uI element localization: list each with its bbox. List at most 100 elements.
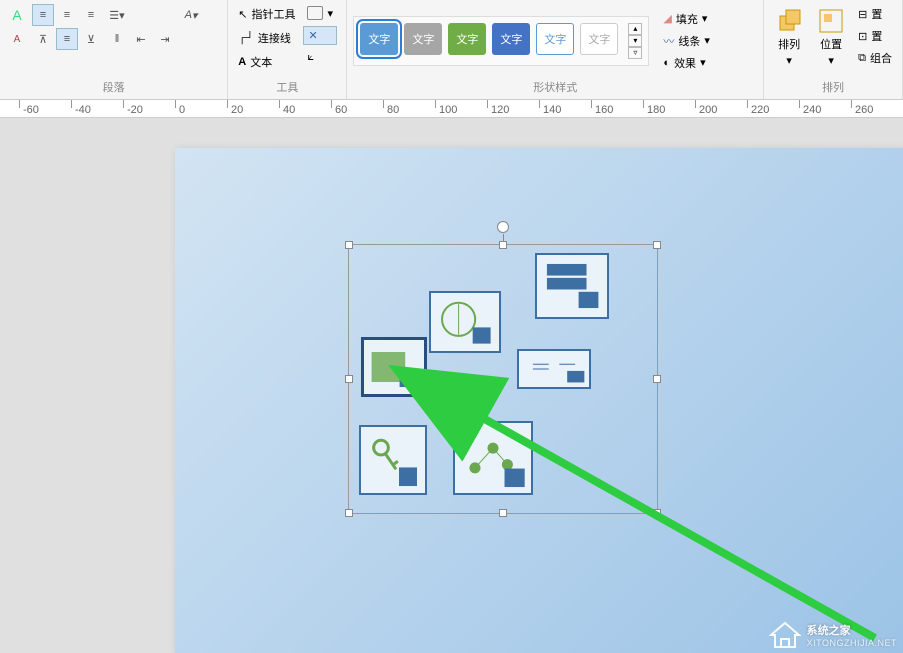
pointer-icon: ↖ — [238, 8, 247, 21]
style-swatch-outline-gray[interactable]: 文字 — [580, 23, 618, 55]
align-middle-icon[interactable]: ≡ — [56, 28, 78, 50]
font-size-col: A A — [6, 4, 28, 50]
rectangle-tool[interactable]: ▾ — [303, 4, 337, 22]
diagram-shape[interactable] — [429, 291, 501, 353]
ruler-tick: -40 — [75, 104, 91, 116]
gallery-more: ▴ ▾ ▿ — [624, 23, 642, 59]
handle-n[interactable] — [499, 241, 507, 249]
font-style-icon[interactable]: A▾ — [180, 4, 202, 26]
rotate-button[interactable]: ⊡置 — [854, 26, 896, 46]
font-smaller-icon[interactable]: A — [6, 28, 28, 50]
canvas-area[interactable]: 系统之家 XITONGZHIJIA.NET — [0, 118, 903, 653]
style-swatch-dblue[interactable]: 文字 — [492, 23, 530, 55]
page[interactable] — [175, 148, 903, 653]
align-center-icon[interactable]: ≡ — [56, 4, 78, 26]
connector-icon: ┌┘ — [238, 32, 254, 44]
diagram-shape[interactable] — [517, 349, 591, 389]
indent-right-icon[interactable]: ⇥ — [154, 28, 176, 50]
diagram-shape[interactable] — [361, 337, 427, 397]
ruler-tick: 80 — [387, 104, 399, 116]
house-icon — [769, 621, 801, 649]
crop-tool[interactable]: ⟀ — [303, 49, 337, 66]
rotate-label: 置 — [871, 28, 882, 44]
line-button[interactable]: 〰线条▾ — [659, 31, 714, 51]
rotate-handle[interactable] — [497, 221, 509, 233]
group-button[interactable]: ⧉组合 — [854, 48, 896, 68]
connector-tool[interactable]: ┌┘ 连接线 — [234, 28, 299, 48]
align-left-icon[interactable]: ≡ — [32, 4, 54, 26]
fill-label: 填充 — [676, 11, 698, 27]
effect-icon: ◐ — [663, 57, 670, 69]
ruler-tick: 200 — [699, 104, 717, 116]
pointer-tool[interactable]: ↖ 指针工具 — [234, 4, 299, 24]
crop-icon: ⟀ — [307, 51, 314, 64]
group-label-shape-styles: 形状样式 — [353, 77, 757, 97]
ruler-tick: 220 — [751, 104, 769, 116]
handle-e[interactable] — [653, 375, 661, 383]
effect-button[interactable]: ◐效果▾ — [659, 53, 714, 73]
line-icon: 〰 — [663, 33, 674, 49]
style-gallery: 文字 文字 文字 文字 文字 文字 ▴ ▾ ▿ — [353, 16, 649, 66]
position-icon — [818, 8, 844, 34]
handle-sw[interactable] — [345, 509, 353, 517]
ruler-tick: 100 — [439, 104, 457, 116]
handle-w[interactable] — [345, 375, 353, 383]
group-shape-styles: 文字 文字 文字 文字 文字 文字 ▴ ▾ ▿ ◢填充▾ 〰线条▾ ◐效果▾ 形… — [347, 0, 764, 99]
network-icon — [457, 425, 529, 491]
book-icon — [521, 353, 587, 385]
group-icon: ⧉ — [858, 52, 866, 65]
align-bottom-icon[interactable]: ⊻ — [80, 28, 102, 50]
rectangle-icon — [307, 6, 323, 20]
handle-se[interactable] — [653, 509, 661, 517]
diagram-shape[interactable] — [453, 421, 533, 495]
pointer-label: 指针工具 — [251, 6, 295, 22]
text-tool[interactable]: A 文本 — [234, 52, 299, 72]
align-button[interactable]: ⊟置 — [854, 4, 896, 24]
fill-button[interactable]: ◢填充▾ — [659, 9, 714, 29]
style-swatch-gray[interactable]: 文字 — [404, 23, 442, 55]
line-spacing-icon[interactable]: ‖ — [106, 28, 128, 50]
arrange-icon — [776, 8, 802, 34]
font-larger-icon[interactable]: A — [6, 4, 28, 26]
position-button[interactable]: 位置▾ — [812, 4, 850, 71]
ribbon-toolbar: A A ≡ ≡ ≡ ⊼ ≡ ⊻ ☰▾ ‖ — [0, 0, 903, 100]
align-right-icon[interactable]: ≡ — [80, 4, 102, 26]
ruler-tick: -20 — [127, 104, 143, 116]
ruler-tick: 120 — [491, 104, 509, 116]
ruler-tick: 240 — [803, 104, 821, 116]
selection-frame[interactable] — [348, 244, 658, 514]
align-icon: ⊟ — [858, 8, 867, 21]
indent-left-icon[interactable]: ⇤ — [130, 28, 152, 50]
bullets-icon[interactable]: ☰▾ — [106, 4, 128, 26]
handle-nw[interactable] — [345, 241, 353, 249]
ruler-tick: 0 — [179, 104, 185, 116]
server-icon — [539, 257, 605, 315]
ruler-tick: 180 — [647, 104, 665, 116]
style-swatch-green[interactable]: 文字 — [448, 23, 486, 55]
group-label-arrange: 排列 — [770, 77, 896, 97]
gallery-expand-icon[interactable]: ▿ — [628, 47, 642, 59]
handle-s[interactable] — [499, 509, 507, 517]
ruler-tick: 260 — [855, 104, 873, 116]
text-label: 文本 — [250, 54, 272, 70]
diagram-shape[interactable] — [535, 253, 609, 319]
group-arrange: 排列▾ 位置▾ ⊟置 ⊡置 ⧉组合 排列 — [764, 0, 903, 99]
arrange-label: 排列 — [778, 36, 800, 52]
align-top-icon[interactable]: ⊼ — [32, 28, 54, 50]
arrange-button[interactable]: 排列▾ — [770, 4, 808, 71]
diagram-shape[interactable] — [359, 425, 427, 495]
key-icon — [363, 429, 423, 491]
delete-tool[interactable]: ✕ — [303, 26, 337, 45]
ruler-tick: 60 — [335, 104, 347, 116]
ruler-tick: 160 — [595, 104, 613, 116]
style-swatch-outline-blue[interactable]: 文字 — [536, 23, 574, 55]
gallery-down-icon[interactable]: ▾ — [628, 35, 642, 47]
delete-icon: ✕ — [308, 29, 317, 42]
handle-ne[interactable] — [653, 241, 661, 249]
rotate-icon: ⊡ — [858, 30, 867, 43]
gallery-up-icon[interactable]: ▴ — [628, 23, 642, 35]
horizontal-ruler: -60-40-200204060801001201401601802002202… — [0, 100, 903, 118]
line-label: 线条 — [678, 33, 700, 49]
style-swatch-blue[interactable]: 文字 — [360, 23, 398, 55]
ruler-tick: 40 — [283, 104, 295, 116]
